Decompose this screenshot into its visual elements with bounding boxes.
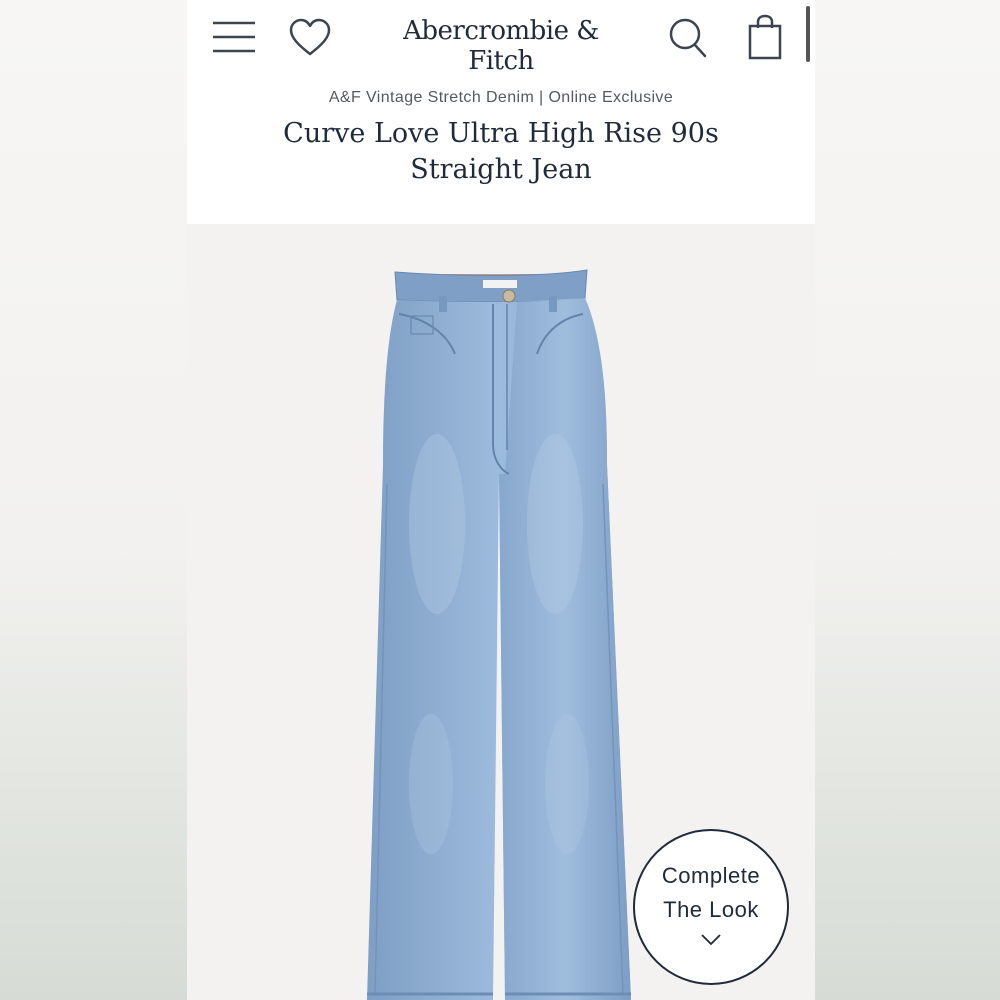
right-background	[815, 0, 1000, 1000]
chevron-down-icon	[701, 934, 721, 946]
complete-look-label-line2: The Look	[663, 897, 759, 922]
brand-logo[interactable]: Abercrombie & Fitch	[371, 16, 631, 76]
phone-screen: Abercrombie & Fitch A&F Vintage Stretch …	[187, 0, 815, 1000]
product-title: Curve Love Ultra High Rise 90s Straight …	[283, 118, 719, 185]
search-icon[interactable]	[668, 16, 708, 60]
top-navigation-bar: Abercrombie & Fitch	[187, 0, 815, 80]
menu-icon[interactable]	[213, 20, 255, 54]
complete-the-look-button[interactable]: Complete The Look	[633, 829, 789, 985]
left-background	[0, 0, 187, 1000]
product-image[interactable]: Complete The Look	[187, 224, 815, 1000]
bag-icon[interactable]	[748, 14, 782, 60]
complete-look-label-line1: Complete	[661, 863, 761, 888]
heart-icon[interactable]	[289, 18, 331, 58]
product-subtitle: A&F Vintage Stretch Denim | Online Exclu…	[328, 89, 674, 106]
scrollbar[interactable]	[806, 6, 810, 62]
